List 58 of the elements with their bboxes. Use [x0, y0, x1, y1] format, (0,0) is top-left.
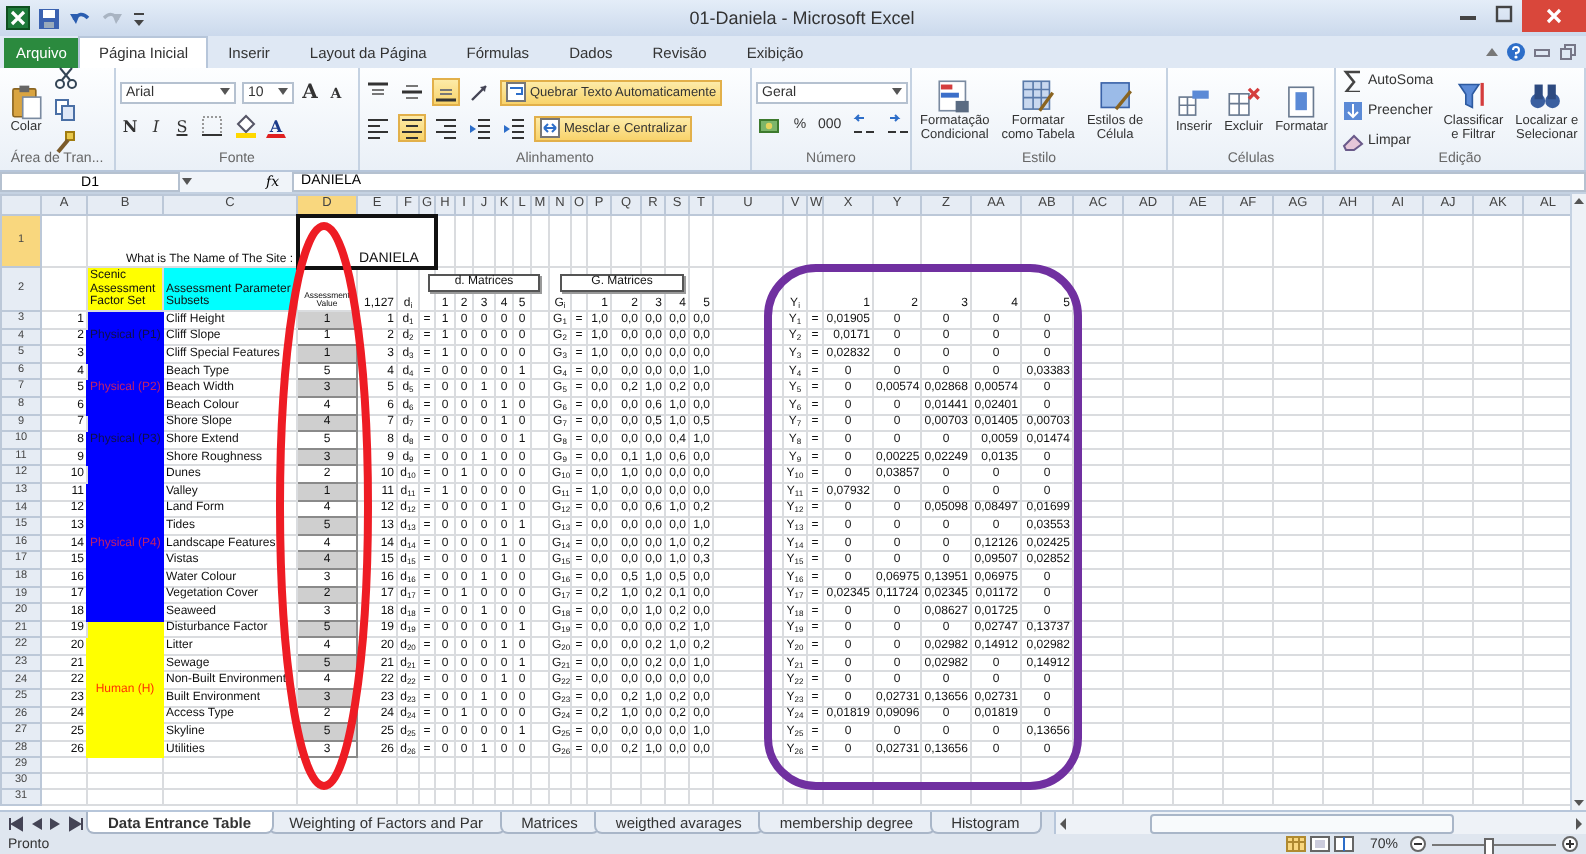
restore-icon[interactable]	[1558, 42, 1578, 62]
page-break-icon[interactable]	[1333, 836, 1354, 852]
page-layout-icon[interactable]	[1309, 836, 1330, 852]
vertical-scrollbar[interactable]	[1570, 194, 1586, 810]
close-button[interactable]	[1522, 0, 1586, 32]
decrease-decimal-icon[interactable]	[885, 113, 910, 137]
orientation-icon[interactable]	[468, 80, 492, 104]
format-button[interactable]: A	[300, 80, 320, 104]
undo-icon[interactable]	[68, 7, 92, 29]
conditional-format-icon	[936, 77, 973, 114]
zoom-in-icon[interactable]	[1562, 836, 1578, 852]
format-button[interactable]: I	[146, 114, 166, 138]
format-button[interactable]: S	[172, 114, 192, 138]
save-icon[interactable]	[38, 7, 60, 29]
caret-icon	[278, 88, 288, 96]
window-title: 01-Daniela - Microsoft Excel	[687, 8, 917, 28]
caret-icon[interactable]	[180, 176, 194, 188]
format-button[interactable]: N	[120, 114, 140, 138]
maximize-icon[interactable]	[1494, 0, 1514, 28]
increase-decimal-icon[interactable]	[851, 113, 876, 137]
scroll-left-icon[interactable]	[1055, 815, 1070, 831]
help-icon[interactable]	[1506, 42, 1526, 62]
fill-color-icon[interactable]	[234, 114, 258, 138]
format-button[interactable]: A	[266, 114, 286, 138]
merge-cells-icon	[540, 118, 560, 138]
zoom-slider[interactable]	[1483, 837, 1494, 854]
scissors-icon[interactable]	[54, 66, 78, 90]
currency-icon[interactable]	[758, 113, 782, 137]
fill-down-icon	[1342, 99, 1364, 121]
cell-style-icon	[1097, 77, 1134, 114]
caret-icon	[892, 88, 902, 96]
scroll-thumb[interactable]	[1149, 813, 1453, 833]
horizontal-scrollbar[interactable]	[1053, 812, 1586, 834]
caret-icon[interactable]	[132, 7, 146, 29]
align-middle-icon[interactable]	[400, 80, 424, 104]
align-left-icon[interactable]	[366, 116, 390, 140]
format-cells-icon	[1283, 84, 1320, 121]
scroll-right-icon[interactable]	[1571, 815, 1586, 831]
delete-cells-icon	[1225, 84, 1262, 121]
clipboard-icon	[8, 84, 44, 121]
last-sheet-icon[interactable]	[68, 815, 84, 831]
eraser-icon	[1342, 129, 1364, 151]
wrap-text-icon	[506, 82, 526, 102]
sum-icon	[1342, 69, 1364, 91]
spreadsheet-icon	[6, 6, 30, 30]
increase-indent-icon[interactable]	[502, 116, 526, 140]
first-sheet-icon[interactable]	[8, 815, 24, 831]
table-icon	[1020, 77, 1057, 114]
zoom-out-icon[interactable]	[1410, 836, 1426, 852]
copy-icon[interactable]	[54, 98, 78, 122]
close-icon	[1546, 8, 1562, 24]
decrease-indent-icon[interactable]	[468, 116, 492, 140]
brush-icon[interactable]	[54, 130, 78, 154]
align-center-icon[interactable]	[400, 116, 424, 140]
normal-view-icon[interactable]	[1285, 836, 1306, 852]
caret-icon	[220, 88, 230, 96]
align-right-icon[interactable]	[434, 116, 458, 140]
border-icon[interactable]	[200, 114, 224, 138]
